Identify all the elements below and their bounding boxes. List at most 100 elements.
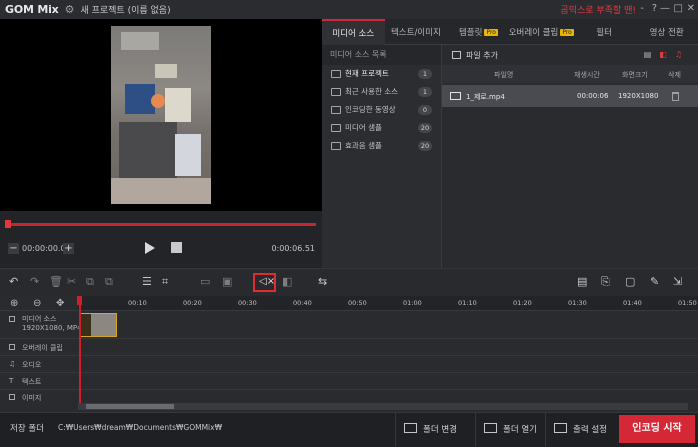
folder-change-icon — [404, 423, 417, 433]
edit-toolbar: ↶ ↷ 🗑 ✂ ⧉ ⧉ ☰ ⌗ ▭ ▣ ◁× ◧ ⇆ ▤ ⎘ ▢ ✎ ⇲ — [0, 268, 698, 296]
source-item-sound-samples[interactable]: 효과음 샘플 20 — [322, 137, 441, 155]
audio-detach-icon[interactable]: ◧ — [282, 275, 292, 288]
encode-start-button[interactable]: 인코딩 시작 — [619, 415, 695, 443]
timeline-scrollbar[interactable] — [78, 403, 688, 410]
save-folder-path: C:₩Users₩dream₩Documents₩GOMMix₩ — [58, 423, 222, 432]
file-view-icons[interactable]: ▤◧♫ — [644, 50, 690, 59]
export-icon[interactable]: ⇲ — [673, 275, 682, 288]
remove-icon: ◧ — [659, 50, 675, 59]
source-list: 미디어 소스 목록 현재 프로젝트 1 최근 사용한 소스 1 인코딩한 동영상 0 … — [322, 45, 442, 268]
copy-icon[interactable]: ⧉ — [105, 275, 113, 289]
title-bar: GOM Mix ⚙ 새 프로젝트 (이름 없음) 곰믹스로 부족할 땐! - ?… — [0, 0, 698, 19]
file-row[interactable]: 1_제로.mp4 00:00:06 1920X1080 — [442, 85, 698, 107]
app-window: GOM Mix ⚙ 새 프로젝트 (이름 없음) 곰믹스로 부족할 땐! - ?… — [0, 0, 698, 447]
adjust-icon[interactable]: ☰ — [142, 275, 152, 288]
film-icon — [450, 92, 461, 100]
delete-icon[interactable]: 🗑 — [49, 275, 63, 288]
music-note-icon: ♫ — [9, 360, 16, 368]
track-text: T 텍스트 — [0, 372, 698, 389]
video-clip[interactable] — [80, 313, 117, 337]
folder-icon — [331, 124, 341, 132]
tab-overlay-clip[interactable]: 오버레이 클립 Pro — [509, 19, 574, 45]
cut-icon[interactable]: ✂ — [67, 275, 76, 288]
time-increment-button[interactable]: + — [63, 243, 74, 254]
image-track-icon — [9, 394, 15, 400]
stop-icon[interactable] — [171, 242, 182, 253]
zoom-out-icon[interactable]: ⊖ — [33, 298, 41, 309]
tab-filter[interactable]: 필터 — [573, 19, 636, 45]
playhead[interactable] — [79, 296, 81, 408]
edit-icon[interactable]: ✎ — [650, 275, 659, 288]
redo-icon[interactable]: ↷ — [30, 275, 39, 288]
video-frame — [111, 26, 211, 204]
track-audio: ♫ 오디오 — [0, 355, 698, 372]
bottom-bar: 저장 폴더 C:₩Users₩dream₩Documents₩GOMMix₩ 폴… — [0, 412, 698, 447]
tab-transition[interactable]: 영상 전환 — [635, 19, 698, 45]
source-item-current-project[interactable]: 현재 프로젝트 1 — [322, 65, 441, 83]
file-add-icon[interactable]: ▤ — [577, 275, 587, 288]
minimize-button[interactable]: — — [660, 3, 670, 14]
capture-icon[interactable]: ▣ — [222, 275, 232, 288]
panel-tabs: 미디어 소스 텍스트/이미지 템플릿 Pro 오버레이 클립 Pro 필터 영상 전… — [322, 19, 698, 45]
sort-icon: ▤ — [643, 50, 660, 59]
import-icon[interactable]: ⎘ — [601, 275, 610, 289]
count-badge: 1 — [418, 69, 432, 79]
settings-icon — [554, 423, 567, 433]
undo-icon[interactable]: ↶ — [9, 275, 18, 288]
folder-icon — [331, 70, 341, 78]
save-icon[interactable]: ▢ — [625, 275, 635, 288]
overlay-track-icon — [9, 344, 15, 350]
video-preview[interactable] — [0, 19, 322, 211]
count-badge: 0 — [418, 105, 432, 115]
pro-badge: Pro — [484, 28, 498, 36]
trash-icon[interactable] — [672, 92, 679, 101]
maximize-button[interactable]: □ — [674, 3, 683, 14]
source-item-recent[interactable]: 최근 사용한 소스 1 — [322, 83, 441, 101]
promo-link[interactable]: 곰믹스로 부족할 땐! — [560, 3, 636, 16]
open-folder-button[interactable]: 폴더 열기 — [475, 413, 545, 447]
output-settings-button[interactable]: 출력 설정 — [545, 413, 617, 447]
folder-icon — [331, 106, 341, 114]
audio-icon: ♫ — [674, 50, 690, 59]
playhead-handle[interactable] — [77, 296, 82, 305]
fit-icon[interactable]: ✥ — [56, 298, 64, 309]
change-folder-button[interactable]: 폴더 변경 — [395, 413, 475, 447]
save-folder-label: 저장 폴더 — [10, 424, 44, 434]
transition-icon[interactable]: ⇆ — [318, 275, 327, 288]
timeline: ⊕ ⊖ ✥ 00:10 00:20 00:30 00:40 00:50 01:0… — [0, 296, 698, 412]
document-title: 새 프로젝트 (이름 없음) — [80, 6, 171, 16]
folder-icon — [331, 88, 341, 96]
image-icon[interactable]: ▭ — [200, 275, 210, 288]
time-decrement-button[interactable]: − — [8, 243, 19, 254]
mute-icon[interactable]: ◁× — [259, 276, 275, 287]
count-badge: 20 — [418, 123, 432, 133]
source-list-header: 미디어 소스 목록 — [322, 45, 441, 65]
scrollbar-thumb[interactable] — [86, 404, 174, 409]
seek-handle[interactable] — [5, 220, 11, 228]
tab-text-image[interactable]: 텍스트/이미지 — [385, 19, 448, 45]
close-button[interactable]: ✕ — [687, 3, 695, 14]
source-item-encoded[interactable]: 인코딩한 동영상 0 — [322, 101, 441, 119]
minimize-tray-button[interactable]: - — [640, 3, 644, 14]
media-panel: 미디어 소스 텍스트/이미지 템플릿 Pro 오버레이 클립 Pro 필터 영상 전… — [322, 19, 698, 268]
seek-bar[interactable] — [5, 223, 316, 226]
tab-template[interactable]: 템플릿 Pro — [447, 19, 510, 45]
time-ruler[interactable]: 00:10 00:20 00:30 00:40 00:50 01:00 01:1… — [78, 296, 698, 310]
folder-open-icon — [484, 423, 497, 433]
add-file-button[interactable]: 파일 추가 — [452, 50, 498, 61]
count-badge: 1 — [418, 87, 432, 97]
zoom-in-icon[interactable]: ⊕ — [10, 298, 18, 309]
split-icon[interactable]: ⧉ — [86, 275, 94, 289]
settings-gear-icon[interactable]: ⚙ — [65, 3, 75, 16]
tab-media-source[interactable]: 미디어 소스 — [322, 19, 385, 45]
help-button[interactable]: ? — [652, 3, 657, 14]
playback-controls: − 00:00:00.07 + 0:00:06.51 — [0, 237, 322, 259]
file-table-header: 파일명 재생시간 화면크기 삭제 — [442, 65, 698, 83]
crop-icon[interactable]: ⌗ — [162, 275, 168, 289]
folder-icon — [331, 142, 341, 150]
duration-time: 0:00:06.51 — [271, 244, 315, 253]
source-item-media-samples[interactable]: 미디어 샘플 20 — [322, 119, 441, 137]
file-area: 파일 추가 ▤◧♫ 파일명 재생시간 화면크기 삭제 1_제로.mp4 00:0… — [442, 45, 698, 268]
app-logo: GOM Mix — [5, 3, 59, 16]
play-icon[interactable] — [145, 242, 155, 254]
